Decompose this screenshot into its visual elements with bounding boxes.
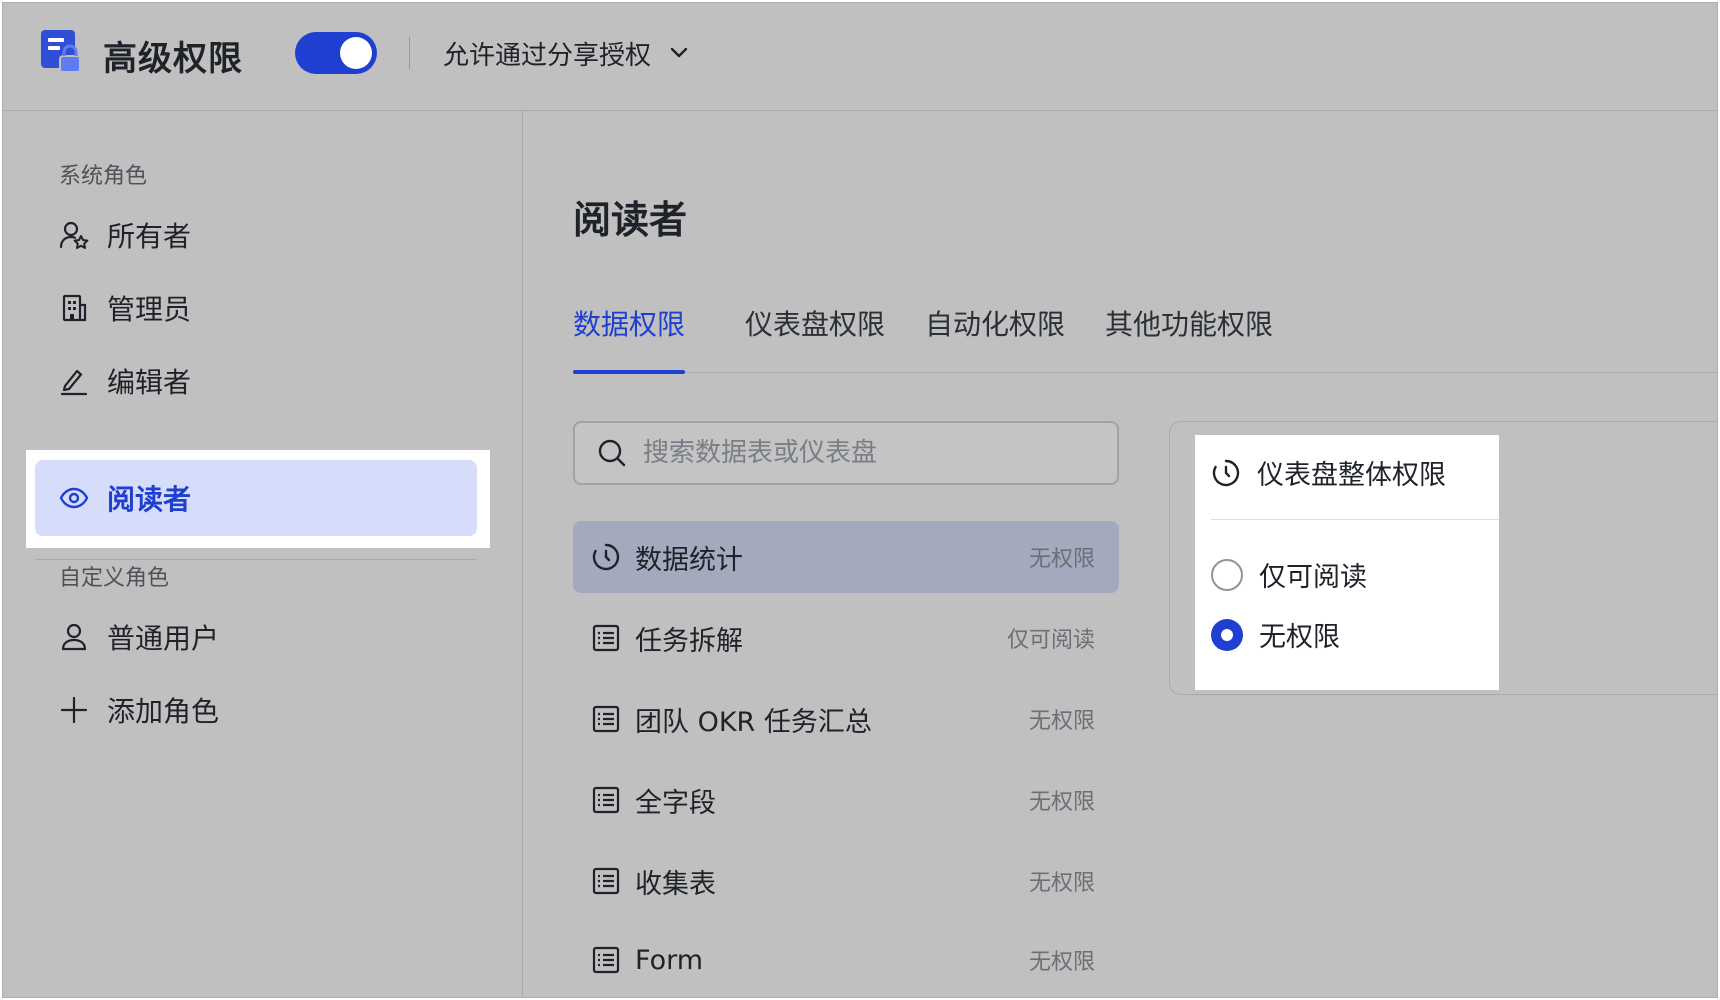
advanced-permission-icon [41,30,81,73]
app-window: 高级权限 允许通过分享授权 系统角色 所有者 管理员 编辑者 阅读者 自定义角色… [2,2,1718,998]
radio-button-checked[interactable] [1211,618,1243,651]
tab-label: 数据权限 [573,308,686,341]
list-item[interactable]: Form 无权限 [573,924,1119,996]
tab-label: 其他功能权限 [1105,308,1274,341]
sidebar-item-admin[interactable]: 管理员 [59,288,191,328]
radio-label: 仅可阅读 [1259,562,1367,593]
share-authorization-dropdown[interactable]: 允许通过分享授权 [443,35,689,71]
search-box [573,421,1119,485]
sidebar-item-reader[interactable]: 阅读者 [35,460,477,536]
table-icon [592,705,620,733]
eye-icon [59,487,89,509]
item-permission: 仅可阅读 [1006,628,1095,653]
header-bar: 高级权限 允许通过分享授权 [3,3,1717,111]
item-name: Form [635,944,704,976]
sidebar-item-label: 阅读者 [107,483,192,516]
tab-label: 自动化权限 [925,308,1066,341]
sidebar-item-owner[interactable]: 所有者 [59,215,191,255]
add-role-button[interactable]: 添加角色 [59,690,219,730]
chevron-down-icon [670,47,688,58]
search-icon [598,439,626,467]
item-name: 收集表 [635,868,716,900]
user-icon [61,623,87,651]
item-permission: 无权限 [1028,709,1095,734]
list-item[interactable]: 数据统计 无权限 [573,521,1119,593]
toggle-knob [340,37,372,69]
item-permission: 无权限 [1028,950,1095,975]
sidebar-item-normal-user[interactable]: 普通用户 [59,617,219,657]
list-item[interactable]: 全字段 无权限 [573,764,1119,836]
radio-button[interactable] [1211,558,1243,591]
tab-automation-permission[interactable]: 自动化权限 [925,303,1065,373]
table-icon [592,946,620,974]
radio-option-no-permission[interactable]: 无权限 [1211,615,1340,654]
search-input[interactable] [643,438,1083,468]
sidebar-item-editor[interactable]: 编辑者 [59,361,191,401]
custom-roles-label: 自定义角色 [59,566,170,591]
radio-option-read-only[interactable]: 仅可阅读 [1211,555,1367,594]
list-item[interactable]: 团队 OKR 任务汇总 无权限 [573,683,1119,755]
item-permission: 无权限 [1028,790,1095,815]
item-name: 任务拆解 [635,625,743,657]
system-roles-label: 系统角色 [59,164,148,189]
active-tab-underline [573,370,685,374]
sidebar-item-label: 普通用户 [107,622,220,655]
item-name: 团队 OKR 任务汇总 [635,706,872,738]
dashboard-icon [592,543,620,571]
tab-label: 仪表盘权限 [745,308,886,341]
dashboard-icon [1212,459,1240,486]
building-icon [62,294,87,322]
popup-title: 仪表盘整体权限 [1257,460,1446,491]
add-role-label: 添加角色 [107,695,220,728]
item-name: 数据统计 [635,544,743,576]
edit-icon [60,369,88,396]
tab-other-permission[interactable]: 其他功能权限 [1105,303,1273,373]
radio-label: 无权限 [1259,622,1340,653]
list-item[interactable]: 任务拆解 仅可阅读 [573,602,1119,674]
dashboard-permission-popup: 仪表盘整体权限 仅可阅读 无权限 [1195,435,1499,690]
sidebar-item-label: 所有者 [107,220,192,253]
tab-dashboard-permission[interactable]: 仪表盘权限 [745,303,885,373]
item-name: 全字段 [635,787,716,819]
share-authorization-label: 允许通过分享授权 [443,40,652,71]
page-title: 高级权限 [103,39,243,79]
sidebar-item-label: 管理员 [107,293,192,326]
sidebar-item-label: 编辑者 [107,366,192,399]
tab-data-permission[interactable]: 数据权限 [573,303,686,374]
plus-icon [60,696,88,724]
item-permission: 无权限 [1028,871,1095,896]
permission-tabs: 数据权限 仪表盘权限 自动化权限 其他功能权限 [573,303,1717,374]
list-item[interactable]: 收集表 无权限 [573,845,1119,917]
table-icon [592,867,620,895]
role-title: 阅读者 [573,198,688,242]
owner-icon [59,221,89,249]
advanced-permission-toggle[interactable] [295,32,377,74]
item-permission: 无权限 [1028,547,1095,572]
table-icon [592,786,620,814]
popup-header: 仪表盘整体权限 [1211,453,1446,492]
popup-divider [1211,519,1499,520]
table-icon [592,624,620,652]
role-sidebar: 系统角色 所有者 管理员 编辑者 阅读者 自定义角色 普通用户 添加角色 [3,111,523,997]
header-divider [409,37,410,69]
